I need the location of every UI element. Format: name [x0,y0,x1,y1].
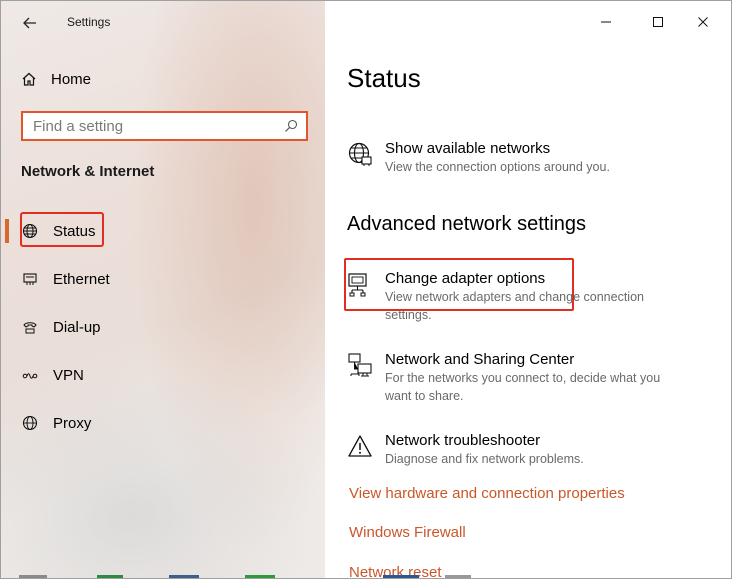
taskbar-fragment [169,575,199,578]
app-title: Settings [67,15,111,29]
close-button[interactable] [688,9,718,35]
taskbar-fragment [383,575,419,578]
taskbar-fragment [19,575,47,578]
sidebar-item-dial-up[interactable]: Dial-up [21,314,101,340]
taskbar-fragment [245,575,275,578]
close-icon [698,17,708,27]
sidebar-item-vpn[interactable]: VPN [21,362,84,388]
windows-firewall-link[interactable]: Windows Firewall [349,524,466,541]
row-title[interactable]: Network and Sharing Center [385,350,685,369]
row-description: View network adapters and change connect… [385,290,644,322]
section-heading: Advanced network settings [347,213,587,235]
row-description: For the networks you connect to, decide … [385,371,661,403]
globe-icon [22,415,38,431]
sidebar-item-label: Home [51,70,92,88]
sidebar-item-label: Proxy [53,414,92,432]
row-title[interactable]: Network troubleshooter [385,431,705,450]
sidebar-item-ethernet[interactable]: Ethernet [21,266,110,292]
globe-network-icon [348,142,372,166]
main-content: Status Show available networks View the … [325,1,731,578]
settings-window: Settings Home Network & Internet Status [0,0,732,579]
section-title: Network & Internet [21,163,155,180]
show-networks-row[interactable]: Show available networks View the connect… [347,139,705,176]
adapter-icon [348,273,367,297]
sidebar-item-label: Dial-up [53,318,101,336]
taskbar-fragment [445,575,471,578]
search-icon[interactable] [284,119,298,133]
back-arrow-icon [23,17,36,29]
page-title: Status [347,63,421,93]
search-input[interactable] [33,117,273,135]
row-description: Diagnose and fix network problems. [385,452,584,466]
search-box[interactable] [21,111,308,141]
back-button[interactable] [15,9,45,37]
home-icon [22,72,36,86]
taskbar-fragment [97,575,123,578]
ethernet-icon [23,273,37,285]
minimize-icon [601,21,611,23]
hardware-properties-link[interactable]: View hardware and connection properties [349,485,625,502]
sharing-center-row[interactable]: Network and Sharing Center For the netwo… [347,350,685,405]
sidebar: Settings Home Network & Internet Status [1,1,325,578]
sidebar-item-home[interactable]: Home [21,67,91,91]
vpn-icon [22,373,38,379]
sidebar-item-label: Ethernet [53,270,110,288]
row-title[interactable]: Show available networks [385,139,705,158]
sidebar-item-proxy[interactable]: Proxy [21,410,91,436]
troubleshooter-row[interactable]: Network troubleshooter Diagnose and fix … [347,431,705,468]
maximize-icon [653,17,663,27]
change-adapter-row[interactable]: Change adapter options View network adap… [347,269,675,324]
row-title[interactable]: Change adapter options [385,269,675,288]
highlight-box [20,212,104,247]
maximize-button[interactable] [643,9,673,35]
warning-icon [348,435,372,457]
sharing-icon [348,353,372,377]
active-indicator [5,219,9,243]
dialup-icon [23,322,37,334]
minimize-button[interactable] [591,9,621,35]
row-description: View the connection options around you. [385,160,610,174]
sidebar-item-label: VPN [53,366,84,384]
